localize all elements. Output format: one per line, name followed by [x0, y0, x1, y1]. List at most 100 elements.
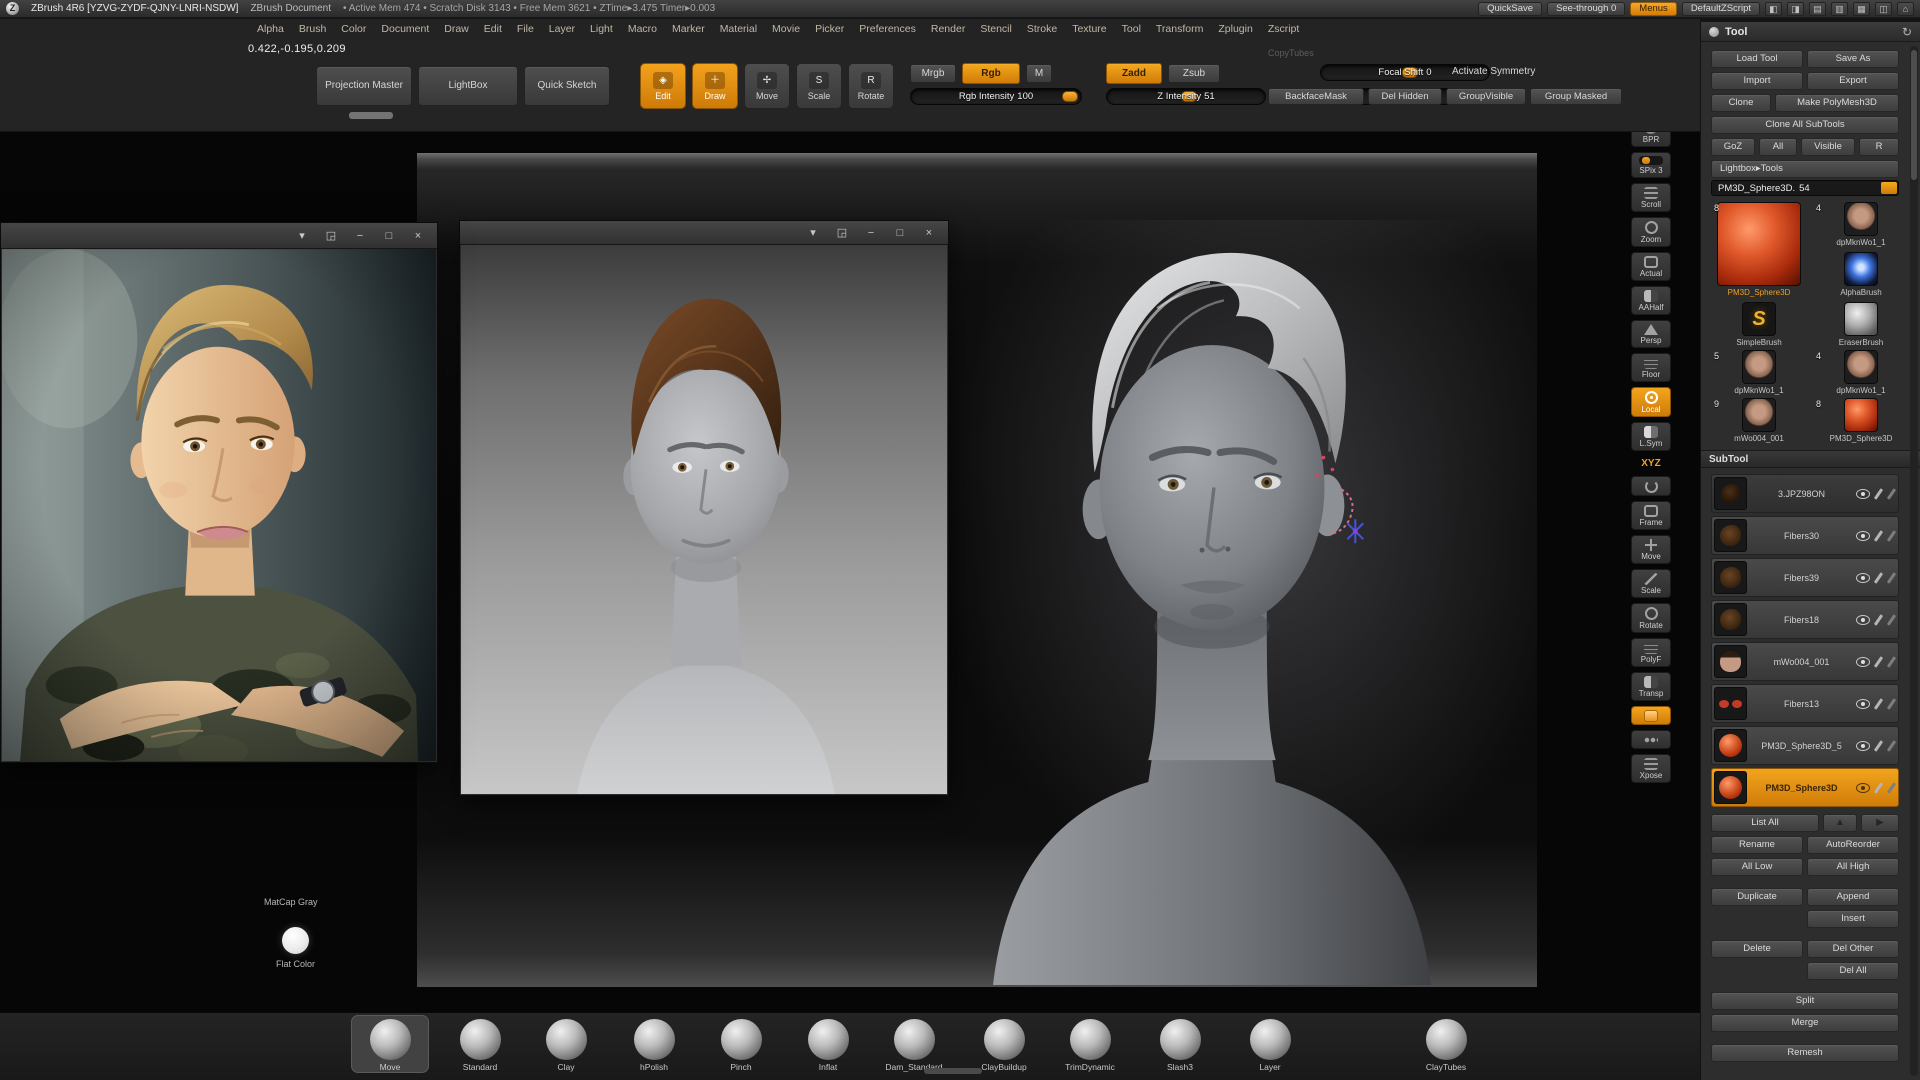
brush-item-standard[interactable]: Standard [442, 1016, 518, 1072]
polypaint-icon[interactable] [1874, 698, 1883, 710]
del-hidden-button[interactable]: Del Hidden [1368, 88, 1442, 105]
visibility-eye-icon[interactable] [1856, 489, 1870, 499]
activate-symmetry-button[interactable]: Activate Symmetry [1452, 66, 1535, 77]
all-high-button[interactable]: All High [1807, 858, 1899, 876]
brush-item-claytubes[interactable]: ClayTubes [1408, 1016, 1484, 1072]
menu-marker[interactable]: Marker [665, 21, 712, 37]
rotate-canvas-button[interactable] [1631, 476, 1671, 496]
scale-mode-button[interactable]: S Scale [796, 63, 842, 109]
goz-all-button[interactable]: All [1759, 138, 1797, 156]
brush-item-inflat[interactable]: Inflat [790, 1016, 866, 1072]
panel-scrollbar-thumb[interactable] [1911, 50, 1917, 180]
polypaint-icon[interactable] [1874, 782, 1883, 794]
rgb-intensity-slider[interactable]: Rgb Intensity100 [910, 88, 1082, 105]
sculpt-icon[interactable] [1887, 698, 1896, 710]
sculpt-icon[interactable] [1887, 740, 1896, 752]
sculpt-icon[interactable] [1887, 782, 1896, 794]
all-low-button[interactable]: All Low [1711, 858, 1803, 876]
move-mode-button[interactable]: ✢ Move [744, 63, 790, 109]
sculpt-icon[interactable] [1887, 614, 1896, 626]
visibility-eye-icon[interactable] [1856, 699, 1870, 709]
visibility-eye-icon[interactable] [1856, 573, 1870, 583]
visibility-eye-icon[interactable] [1856, 657, 1870, 667]
delete-button[interactable]: Delete [1711, 940, 1803, 958]
layout-grid-icon[interactable]: ▦ [1853, 2, 1870, 16]
zadd-button[interactable]: Zadd [1106, 63, 1162, 84]
remesh-button[interactable]: Remesh [1711, 1044, 1899, 1062]
rotate-mode-button[interactable]: R Rotate [848, 63, 894, 109]
rename-button[interactable]: Rename [1711, 836, 1803, 854]
menu-macro[interactable]: Macro [621, 21, 664, 37]
del-other-button[interactable]: Del Other [1807, 940, 1899, 958]
menu-file[interactable]: File [510, 21, 541, 37]
window-maximize-button[interactable]: □ [893, 226, 907, 240]
scale-3d-button[interactable]: Scale [1631, 569, 1671, 598]
menu-movie[interactable]: Movie [765, 21, 807, 37]
window-minimize-button[interactable]: − [864, 226, 878, 240]
tray-scrollbar[interactable] [924, 1068, 982, 1074]
aahalf-button[interactable]: AAHalf [1631, 286, 1671, 315]
append-button[interactable]: Append [1807, 888, 1899, 906]
tool-inventory-item[interactable]: AlphaBrush [1813, 252, 1909, 297]
home-icon[interactable]: ⌂ [1897, 2, 1914, 16]
viewport-canvas[interactable] [461, 245, 947, 794]
tool-inventory-item[interactable]: EraserBrush [1813, 302, 1909, 347]
restore-configuration-icon[interactable]: ↻ [1902, 25, 1912, 39]
menu-texture[interactable]: Texture [1065, 21, 1113, 37]
menu-zscript[interactable]: Zscript [1261, 21, 1307, 37]
flat-color-swatch[interactable] [282, 927, 309, 954]
subtool-next-button[interactable]: ▶ [1861, 814, 1899, 832]
current-tool-slider[interactable]: PM3D_Sphere3D. 54 [1711, 180, 1899, 196]
persp-button[interactable]: Persp [1631, 320, 1671, 348]
goz-button[interactable]: GoZ [1711, 138, 1755, 156]
polypaint-icon[interactable] [1874, 530, 1883, 542]
frame-button[interactable]: Frame [1631, 501, 1671, 530]
lightbox-tools-button[interactable]: Lightbox▸Tools [1711, 160, 1899, 178]
brush-item-hpolish[interactable]: hPolish [616, 1016, 692, 1072]
brush-item-slash3[interactable]: Slash3 [1142, 1016, 1218, 1072]
sculpt-icon[interactable] [1887, 572, 1896, 584]
rotate-3d-button[interactable]: Rotate [1631, 603, 1671, 633]
quick-sketch-button[interactable]: Quick Sketch [524, 66, 610, 106]
viewport-window-titlebar[interactable]: ▾ ◲ − □ × [460, 221, 948, 245]
tool-inventory-item[interactable]: 5 dpMknWo1_1 [1711, 350, 1807, 395]
menu-layer[interactable]: Layer [542, 21, 582, 37]
window-maximize-button[interactable]: □ [382, 229, 396, 243]
menu-stencil[interactable]: Stencil [973, 21, 1019, 37]
scroll-button[interactable]: Scroll [1631, 183, 1671, 212]
menu-brush[interactable]: Brush [292, 21, 333, 37]
sculpt-icon[interactable] [1887, 488, 1896, 500]
menu-color[interactable]: Color [334, 21, 373, 37]
menu-edit[interactable]: Edit [477, 21, 509, 37]
subtool-item[interactable]: Fibers18 [1711, 600, 1899, 639]
tool-inventory-item[interactable]: 4 dpMknWo1_1 [1813, 202, 1909, 247]
polypaint-icon[interactable] [1874, 614, 1883, 626]
actual-button[interactable]: Actual [1631, 252, 1671, 281]
xpose-button[interactable]: Xpose [1631, 754, 1671, 783]
canvas-scrollbar[interactable] [349, 112, 393, 119]
floor-button[interactable]: Floor [1631, 353, 1671, 382]
transp-button[interactable]: Transp [1631, 672, 1671, 701]
export-button[interactable]: Export [1807, 72, 1899, 90]
subtool-up-button[interactable]: ▲ [1823, 814, 1857, 832]
zsub-button[interactable]: Zsub [1168, 64, 1220, 83]
window-close-button[interactable]: × [411, 229, 425, 243]
sculpt-icon[interactable] [1887, 656, 1896, 668]
quicksave-button[interactable]: QuickSave [1478, 2, 1542, 16]
draw-mode-button[interactable]: ＋ Draw [692, 63, 738, 109]
panel-scrollbar[interactable] [1910, 46, 1918, 1076]
default-zscript-button[interactable]: DefaultZScript [1682, 2, 1760, 16]
menus-button[interactable]: Menus [1630, 2, 1677, 16]
projection-master-button[interactable]: Projection Master [316, 66, 412, 106]
brush-item-move[interactable]: Move [352, 1016, 428, 1072]
split-button[interactable]: Split [1711, 992, 1899, 1010]
menu-preferences[interactable]: Preferences [852, 21, 923, 37]
list-all-button[interactable]: List All [1711, 814, 1819, 832]
tool-inventory-item[interactable]: 8 PM3D_Sphere3D [1813, 398, 1909, 443]
menu-alpha[interactable]: Alpha [250, 21, 291, 37]
photo-window-titlebar[interactable]: ▾ ◲ − □ × [1, 223, 437, 249]
visibility-eye-icon[interactable] [1856, 783, 1870, 793]
duplicate-button[interactable]: Duplicate [1711, 888, 1803, 906]
polypaint-icon[interactable] [1874, 488, 1883, 500]
groupvisible-button[interactable]: GroupVisible [1446, 88, 1526, 105]
